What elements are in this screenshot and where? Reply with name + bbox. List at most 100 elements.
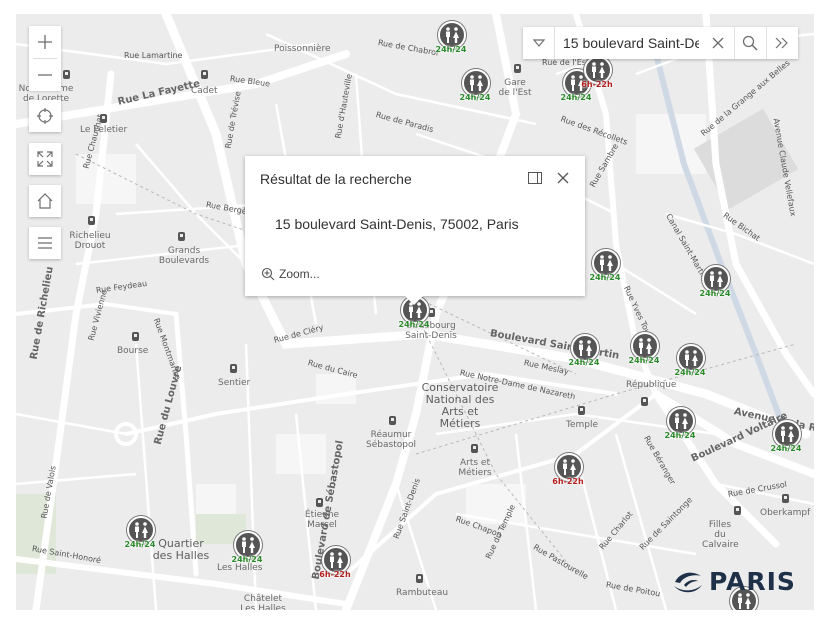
public-toilet-marker[interactable]: 24h/24 (436, 21, 466, 61)
place-label: Bourse (117, 346, 149, 356)
metro-icon (578, 406, 585, 415)
public-toilet-marker[interactable]: 6h-22h (581, 56, 613, 96)
close-icon (557, 172, 569, 184)
paris-ship-icon (674, 572, 702, 593)
metro-icon (782, 494, 789, 503)
popup-address: 15 boulevard Saint-Denis, 75002, Paris (275, 216, 519, 232)
close-icon (713, 37, 724, 49)
toilet-hours-label: 6h-22h (552, 477, 584, 486)
fullscreen-button[interactable] (29, 143, 61, 175)
popup-pointer (405, 296, 423, 305)
toilet-hours-label: 24h/24 (699, 289, 731, 298)
metro-icon (416, 574, 423, 583)
public-toilet-marker[interactable]: 24h/24 (460, 69, 490, 109)
place-label: Réaumur Sébastopol (366, 430, 416, 450)
zoom-in-button[interactable] (29, 26, 61, 58)
metro-icon (88, 216, 95, 225)
place-label: Le Peletier (80, 125, 128, 135)
public-toilet-marker[interactable]: 24h/24 (569, 334, 599, 374)
place-label: Étienne Marcel (304, 510, 340, 530)
popup-zoom-label: Zoom... (279, 267, 320, 281)
paris-logo: PARIS (672, 566, 796, 596)
street-label: Rue Lamartine (124, 51, 183, 60)
metro-icon (641, 397, 648, 406)
toilet-hours-label: 24h/24 (398, 320, 430, 329)
public-toilet-marker[interactable]: 24h/24 (590, 249, 620, 289)
public-toilet-marker[interactable]: 24h/24 (629, 332, 659, 372)
public-toilet-marker[interactable]: 24h/24 (125, 516, 155, 556)
metro-icon (389, 416, 396, 425)
toilet-hours-label: 6h-22h (319, 570, 351, 579)
search-result-popup: Résultat de la recherche 15 boulevard Sa… (245, 156, 585, 305)
public-toilet-marker[interactable]: 6h-22h (552, 453, 584, 493)
metro-icon (734, 506, 741, 515)
toilet-hours-label: 24h/24 (674, 368, 706, 377)
public-toilet-marker[interactable]: 6h-22h (319, 546, 351, 586)
place-label: Gare de l'Est (498, 78, 532, 98)
logo-text: PARIS (709, 566, 796, 596)
toilet-hours-label: 24h/24 (568, 358, 600, 367)
place-label: Cadet (191, 86, 218, 96)
zoom-in-icon (261, 267, 275, 281)
metro-icon (428, 308, 435, 317)
public-toilet-marker[interactable]: 24h/24 (700, 265, 730, 305)
layers-button[interactable] (29, 227, 61, 259)
metro-icon (178, 232, 185, 241)
place-label: République (626, 380, 677, 390)
metro-icon (201, 70, 208, 79)
toilet-hours-label: 6h-22h (581, 80, 613, 89)
popup-zoom-action[interactable]: Zoom... (261, 267, 320, 281)
map-view[interactable]: Rue La Fayette Rue Lamartine Rue de Chab… (16, 14, 814, 610)
public-toilet-marker[interactable]: 24h/24 (771, 420, 801, 460)
toilet-hours-label: 24h/24 (124, 540, 156, 549)
expand-icon (37, 151, 53, 167)
zoom-control (29, 26, 61, 91)
place-label: Sentier (218, 378, 251, 388)
place-label: Temple (566, 420, 599, 430)
toilet-hours-label: 24h/24 (628, 356, 660, 365)
chevron-down-icon (532, 39, 545, 47)
toilet-hours-label: 24h/24 (459, 93, 491, 102)
popup-close-button[interactable] (553, 168, 573, 188)
plus-icon (38, 35, 52, 49)
place-label: Richelieu Drouot (69, 231, 111, 251)
metro-icon (63, 70, 70, 79)
place-label: Châtelet Les Halles (240, 594, 286, 610)
metro-icon (471, 444, 478, 453)
double-chevron-right-icon (776, 37, 789, 49)
minus-icon (38, 74, 52, 76)
search-icon (743, 35, 758, 51)
place-label: Oberkampf (760, 508, 811, 518)
place-label: Arts et Métiers (458, 458, 492, 478)
search-widget (523, 27, 798, 59)
place-label: Conservatoire National des Arts et Métie… (421, 381, 499, 430)
place-label: Poissonnière (274, 44, 331, 54)
crosshair-icon (37, 108, 53, 124)
search-submit-button[interactable] (735, 27, 766, 59)
public-toilet-marker[interactable]: 24h/24 (665, 407, 695, 447)
toilet-hours-label: 24h/24 (231, 555, 263, 564)
public-toilet-marker[interactable]: 24h/24 (232, 531, 262, 571)
dock-icon (528, 172, 542, 184)
menu-icon (38, 237, 52, 249)
toilet-hours-label: 24h/24 (435, 45, 467, 54)
place-label: Rambuteau (396, 588, 449, 598)
toilet-hours-label: 24h/24 (770, 444, 802, 453)
toilet-hours-label: 24h/24 (664, 431, 696, 440)
search-input[interactable] (554, 29, 703, 57)
place-label: Filles du Calvaire (702, 520, 739, 550)
street-label: Rue de l'Est (542, 58, 590, 67)
metro-icon (514, 64, 521, 73)
zoom-out-button[interactable] (29, 59, 61, 91)
metro-icon (100, 114, 107, 123)
panel-toggle-button[interactable] (767, 27, 798, 59)
home-icon (37, 193, 53, 209)
home-button[interactable] (29, 185, 61, 217)
popup-title: Résultat de la recherche (260, 171, 412, 187)
metro-icon (230, 364, 237, 373)
search-source-dropdown[interactable] (523, 27, 554, 59)
public-toilet-marker[interactable]: 24h/24 (675, 344, 705, 384)
popup-dock-button[interactable] (525, 168, 545, 188)
locate-button[interactable] (29, 100, 61, 132)
search-clear-button[interactable] (703, 27, 734, 59)
